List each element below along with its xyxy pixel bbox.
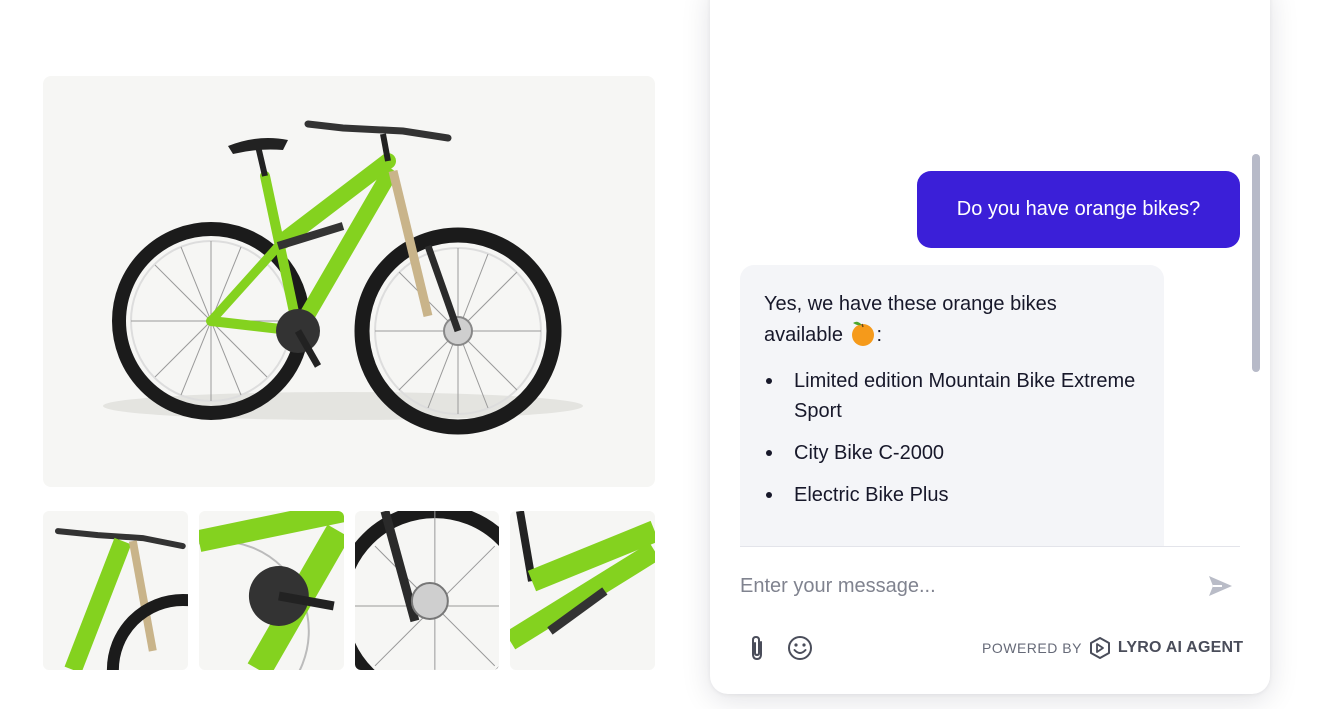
- bot-intro-line2: available: [764, 324, 843, 346]
- user-message-text: Do you have orange bikes?: [956, 198, 1201, 220]
- chat-scrollbar[interactable]: [1252, 154, 1260, 372]
- thumbnail-3[interactable]: [354, 511, 500, 670]
- bot-intro-line1: Yes, we have these orange bikes: [764, 293, 1057, 315]
- thumbnail-2[interactable]: [198, 511, 344, 670]
- bike-handlebar-thumb: [54, 528, 188, 670]
- bot-message-bubble: Yes, we have these orange bikes availabl…: [740, 265, 1164, 546]
- bot-intro-line2-row: available :: [764, 319, 1140, 350]
- bike-shock-thumb: [510, 511, 655, 650]
- composer-divider: [740, 546, 1240, 547]
- page: Do you have orange bikes? Yes, we have t…: [0, 0, 1343, 709]
- thumbnail-4[interactable]: [510, 511, 655, 670]
- list-item: Electric Bike Plus: [764, 480, 1140, 510]
- smiley-icon[interactable]: [786, 634, 814, 662]
- message-input[interactable]: [740, 568, 1180, 604]
- chat-messages: Do you have orange bikes? Yes, we have t…: [710, 0, 1270, 546]
- list-item: Limited edition Mountain Bike Extreme Sp…: [764, 366, 1140, 426]
- thumbnail-strip: [43, 511, 655, 670]
- powered-by-badge[interactable]: POWERED BY LYRO AI AGENT: [982, 636, 1243, 660]
- list-item: City Bike C-2000: [764, 438, 1140, 468]
- bike-wheel-thumb: [354, 511, 500, 670]
- powered-by-brand: LYRO AI AGENT: [1117, 639, 1244, 656]
- powered-by-label: POWERED BY: [982, 640, 1082, 656]
- orange-emoji-icon: [851, 321, 874, 346]
- chat-widget: Do you have orange bikes? Yes, we have t…: [710, 0, 1270, 694]
- user-message-bubble: Do you have orange bikes?: [917, 171, 1240, 248]
- bike-illustration: [103, 120, 583, 435]
- bike-crank-thumb: [198, 511, 344, 670]
- send-icon[interactable]: [1206, 572, 1234, 600]
- bot-bike-list: Limited edition Mountain Bike Extreme Sp…: [764, 366, 1140, 510]
- thumbnail-1[interactable]: [43, 511, 188, 670]
- product-main-image[interactable]: [43, 76, 655, 487]
- bot-colon: :: [876, 324, 883, 346]
- lyro-logo-icon: [1089, 637, 1110, 659]
- paperclip-icon[interactable]: [746, 634, 768, 662]
